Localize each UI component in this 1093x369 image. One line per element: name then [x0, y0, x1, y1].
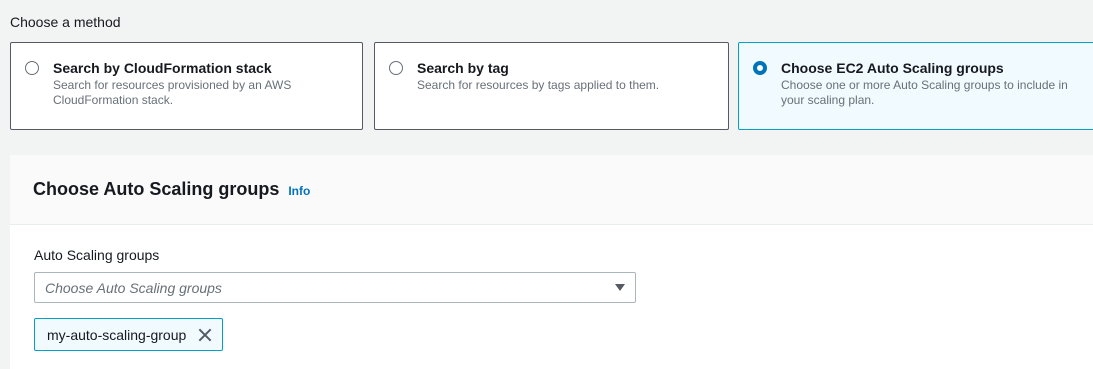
auto-scaling-groups-panel: Choose Auto Scaling groups Info Auto Sca… — [10, 155, 1093, 369]
auto-scaling-groups-select[interactable]: Choose Auto Scaling groups — [34, 272, 636, 303]
field-label: Auto Scaling groups — [34, 247, 160, 263]
caret-down-icon[interactable] — [615, 284, 625, 291]
method-option-cloudformation[interactable]: Search by CloudFormation stack Search fo… — [10, 42, 363, 130]
close-icon[interactable] — [198, 328, 212, 342]
panel-header: Choose Auto Scaling groups Info — [10, 155, 1093, 225]
token-label: my-auto-scaling-group — [47, 326, 187, 343]
method-tiles: Search by CloudFormation stack Search fo… — [10, 42, 1093, 130]
panel-title: Choose Auto Scaling groups — [33, 179, 280, 199]
method-option-description: Search for resources by tags applied to … — [417, 78, 660, 92]
radio-button[interactable] — [389, 61, 403, 75]
method-option-description: Choose one or more Auto Scaling groups t… — [781, 78, 1068, 107]
method-option-description: Search for resources provisioned by an A… — [53, 78, 292, 107]
info-link[interactable]: Info — [288, 184, 310, 198]
method-option-ec2-auto-scaling[interactable]: Choose EC2 Auto Scaling groups Choose on… — [738, 42, 1093, 130]
method-option-title: Choose EC2 Auto Scaling groups — [781, 60, 1004, 76]
method-option-tag[interactable]: Search by tag Search for resources by ta… — [374, 42, 729, 130]
method-option-title: Search by tag — [417, 60, 509, 76]
method-option-title: Search by CloudFormation stack — [53, 60, 272, 76]
selected-token: my-auto-scaling-group — [34, 318, 224, 351]
method-label: Choose a method — [10, 14, 121, 30]
radio-button-selected[interactable] — [753, 61, 767, 75]
select-placeholder: Choose Auto Scaling groups — [45, 279, 222, 296]
radio-button[interactable] — [25, 61, 39, 75]
